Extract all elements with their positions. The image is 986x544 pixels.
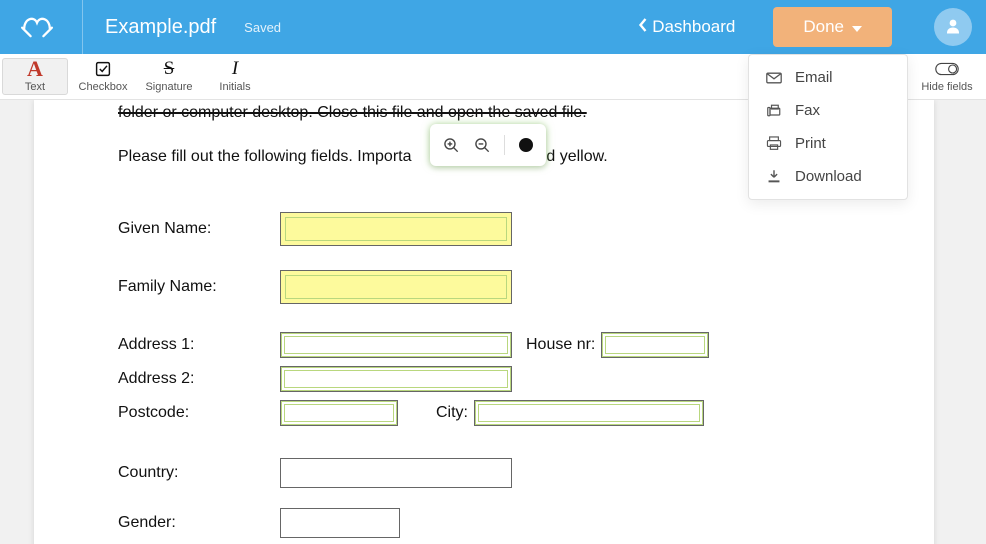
field-address1[interactable] <box>280 332 512 358</box>
label-country: Country: <box>118 464 280 482</box>
save-status: Saved <box>244 20 281 35</box>
label-gender: Gender: <box>118 514 280 532</box>
menu-label: Email <box>795 69 833 86</box>
text-icon: A <box>27 60 43 78</box>
menu-label: Fax <box>795 102 820 119</box>
field-given-name[interactable] <box>280 212 512 246</box>
tool-label: Initials <box>219 81 250 93</box>
menu-email[interactable]: Email <box>749 61 907 94</box>
app-header: Example.pdf Saved Dashboard Done <box>0 0 986 54</box>
zoom-toolbar <box>430 124 546 166</box>
label-house-nr: House nr: <box>526 336 595 354</box>
user-icon <box>944 17 962 38</box>
menu-label: Download <box>795 168 862 185</box>
checkbox-icon <box>95 60 111 78</box>
field-city[interactable] <box>474 400 704 426</box>
signature-icon: S <box>164 60 175 78</box>
tool-label: Checkbox <box>79 81 128 93</box>
app-logo[interactable] <box>14 10 60 44</box>
field-postcode[interactable] <box>280 400 398 426</box>
divider <box>504 135 505 155</box>
tool-initials[interactable]: I Initials <box>202 54 268 99</box>
tool-checkbox[interactable]: Checkbox <box>70 54 136 99</box>
truncated-line: folder or computer desktop. Close this f… <box>118 104 850 122</box>
label-family-name: Family Name: <box>118 278 280 296</box>
profile-avatar[interactable] <box>934 8 972 46</box>
tool-label: Text <box>25 81 45 93</box>
field-family-name[interactable] <box>280 270 512 304</box>
field-address2[interactable] <box>280 366 512 392</box>
zoom-out-button[interactable] <box>474 137 491 154</box>
toggle-label: Hide fields <box>921 81 972 93</box>
label-city: City: <box>436 404 468 422</box>
menu-download[interactable]: Download <box>749 160 907 193</box>
tool-signature[interactable]: S Signature <box>136 54 202 99</box>
done-menu: Email Fax Print Download <box>748 54 908 200</box>
menu-fax[interactable]: Fax <box>749 94 907 127</box>
toggle-icon <box>935 60 959 78</box>
hide-fields-toggle[interactable]: Hide fields <box>908 54 986 99</box>
download-icon <box>765 169 783 184</box>
label-given-name: Given Name: <box>118 220 280 238</box>
label-address2: Address 2: <box>118 370 280 388</box>
dot-icon <box>519 138 533 152</box>
menu-label: Print <box>795 135 826 152</box>
dashboard-label: Dashboard <box>652 17 735 37</box>
done-button[interactable]: Done <box>773 7 892 47</box>
divider <box>82 0 83 54</box>
chevron-left-icon <box>638 17 649 38</box>
caret-down-icon <box>852 17 862 37</box>
field-house-nr[interactable] <box>601 332 709 358</box>
email-icon <box>765 72 783 84</box>
label-postcode: Postcode: <box>118 404 280 422</box>
zoom-in-button[interactable] <box>443 137 460 154</box>
tool-label: Signature <box>145 81 192 93</box>
document-filename: Example.pdf <box>105 16 216 39</box>
tool-text[interactable]: A Text <box>2 58 68 95</box>
record-button[interactable] <box>519 138 533 152</box>
label-address1: Address 1: <box>118 336 280 354</box>
done-label: Done <box>803 17 844 37</box>
fax-icon <box>765 103 783 118</box>
logo-icon <box>20 10 54 44</box>
menu-print[interactable]: Print <box>749 127 907 160</box>
initials-icon: I <box>232 60 238 78</box>
print-icon <box>765 136 783 151</box>
field-country[interactable] <box>280 458 512 488</box>
field-gender[interactable] <box>280 508 400 538</box>
dashboard-link[interactable]: Dashboard <box>638 17 735 38</box>
